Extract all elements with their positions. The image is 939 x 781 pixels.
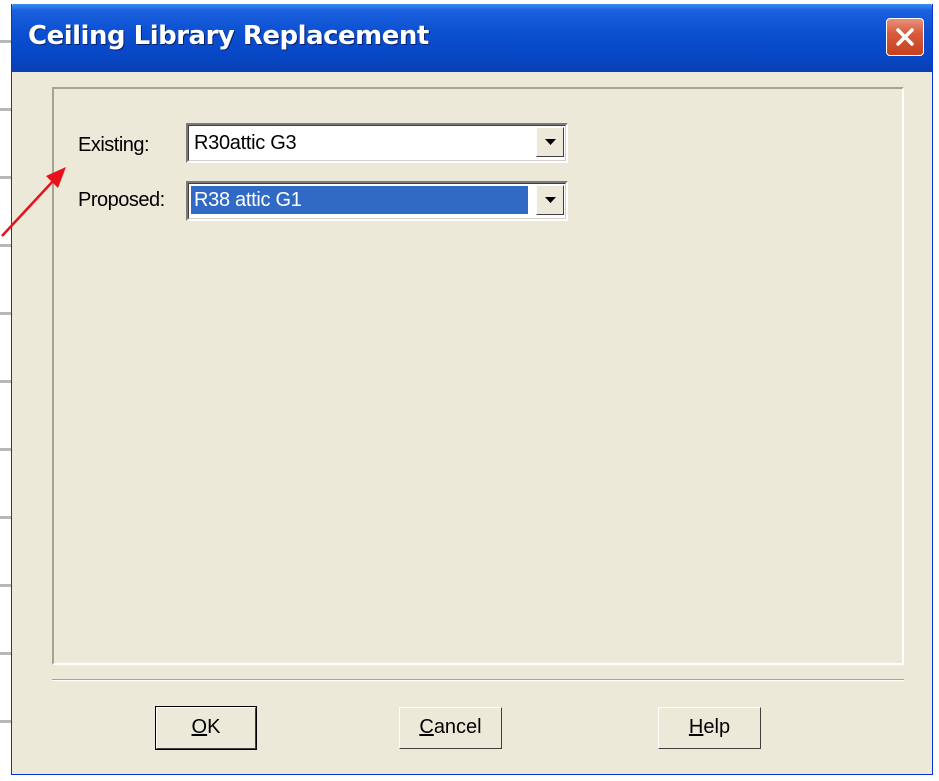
ok-label-rest: K: [207, 716, 221, 738]
cancel-label-rest: ancel: [433, 716, 482, 738]
title-bar[interactable]: Ceiling Library Replacement: [12, 4, 932, 72]
proposed-label: Proposed:: [78, 189, 165, 211]
existing-label: Existing:: [78, 134, 150, 156]
help-mnemonic: H: [688, 716, 704, 738]
help-button[interactable]: Help: [658, 707, 761, 749]
content-panel: [52, 87, 904, 665]
proposed-combobox[interactable]: R38 attic G1: [186, 181, 568, 221]
proposed-dropdown-button[interactable]: [536, 185, 564, 215]
existing-value: R30attic G3: [194, 132, 297, 154]
ok-mnemonic: O: [191, 716, 208, 738]
chevron-down-icon: [545, 139, 556, 145]
window-title: Ceiling Library Replacement: [28, 21, 429, 51]
cancel-mnemonic: C: [419, 716, 434, 738]
ok-button[interactable]: OK: [155, 706, 257, 750]
proposed-value: R38 attic G1: [190, 185, 529, 215]
close-icon: [896, 28, 914, 46]
button-separator: [52, 679, 904, 681]
help-label-rest: elp: [703, 716, 731, 738]
existing-combobox[interactable]: R30attic G3: [186, 123, 568, 163]
close-button[interactable]: [886, 18, 924, 56]
cancel-button[interactable]: Cancel: [399, 707, 502, 749]
chevron-down-icon: [545, 197, 556, 203]
annotation-arrow: [1, 167, 66, 237]
ceiling-library-replacement-dialog: Ceiling Library Replacement Existing: R3…: [11, 4, 933, 775]
existing-dropdown-button[interactable]: [536, 127, 564, 157]
